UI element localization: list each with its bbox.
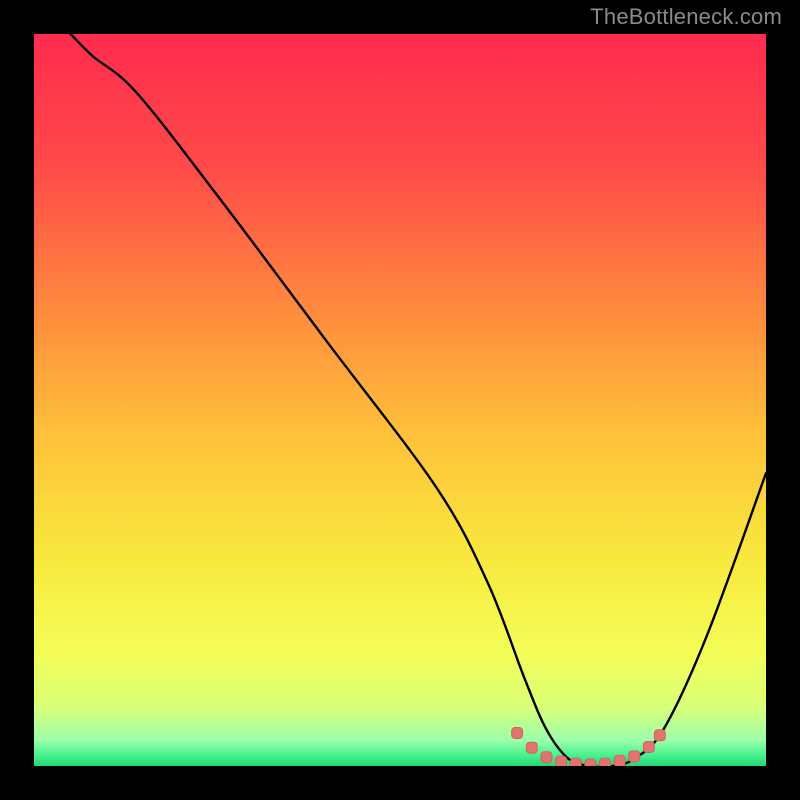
curve-layer [34,34,766,766]
optimal-marker [654,730,665,741]
optimal-marker [556,756,567,766]
optimal-marker [512,728,523,739]
optimal-marker [643,741,654,752]
optimal-marker [541,752,552,763]
bottleneck-curve-path [71,34,766,766]
watermark-text: TheBottleneck.com [590,4,782,30]
optimal-marker [614,755,625,766]
optimal-marker [526,742,537,753]
optimal-marker [570,758,581,766]
plot-area [34,34,766,766]
chart-frame: TheBottleneck.com [0,0,800,800]
optimal-marker [629,751,640,762]
optimal-range-markers [512,728,666,766]
optimal-marker [585,759,596,766]
optimal-marker [599,758,610,766]
